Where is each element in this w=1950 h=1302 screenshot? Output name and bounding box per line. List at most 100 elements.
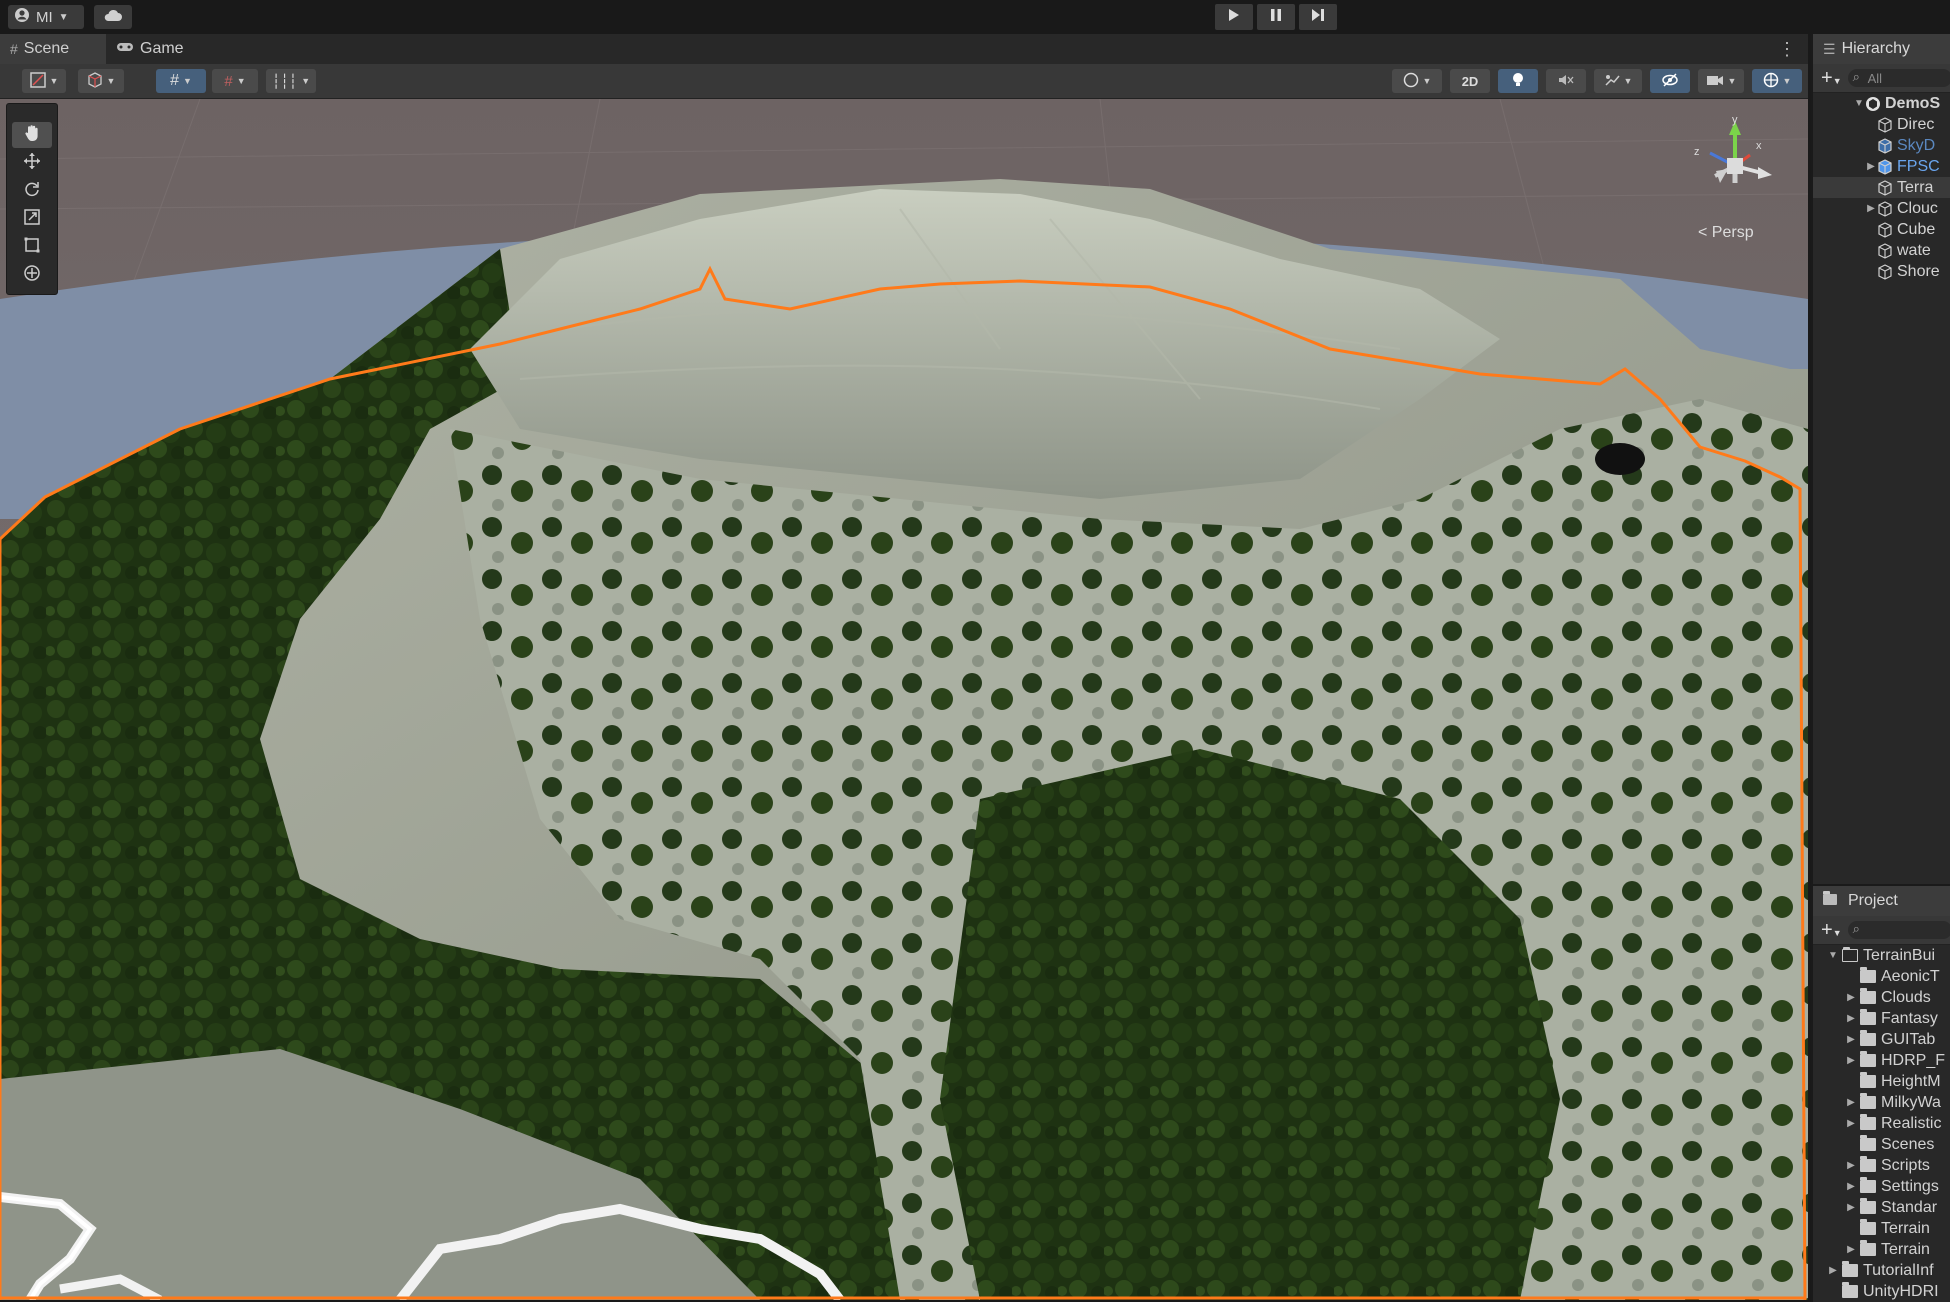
gizmos-dropdown[interactable]: ▼ <box>1752 69 1802 93</box>
account-dropdown[interactable]: MI ▼ <box>8 5 84 29</box>
move-tool-button[interactable] <box>12 150 52 176</box>
folder-icon <box>1860 1198 1876 1214</box>
collapsed-arrow-icon[interactable]: ▶ <box>1845 1034 1857 1045</box>
collapsed-arrow-icon[interactable]: ▶ <box>1845 1013 1857 1024</box>
cloud-icon <box>103 8 123 27</box>
expanded-arrow-icon[interactable]: ▼ <box>1827 950 1839 961</box>
create-asset-button[interactable]: +▼ <box>1821 919 1842 942</box>
hierarchy-tab[interactable]: ☰ Hierarchy <box>1813 34 1950 64</box>
project-folder-label: Realistic <box>1881 1114 1942 1132</box>
project-folder-label: UnityHDRI <box>1863 1282 1939 1300</box>
hierarchy-item[interactable]: Cube <box>1813 219 1950 240</box>
projection-toggle[interactable]: < Persp <box>1698 224 1754 242</box>
collapsed-arrow-icon[interactable]: ▶ <box>1845 1118 1857 1129</box>
project-folder-item[interactable]: ▶ HDRP_F <box>1813 1050 1950 1071</box>
transform-tool-button[interactable] <box>12 262 52 288</box>
project-search-input[interactable] <box>1847 921 1950 939</box>
project-title: Project <box>1848 892 1898 909</box>
tab-game[interactable]: Game <box>106 34 206 64</box>
play-button[interactable] <box>1215 4 1253 30</box>
collapsed-arrow-icon[interactable]: ▶ <box>1845 1160 1857 1171</box>
render-mode-dropdown[interactable]: ▼ <box>78 69 124 93</box>
project-folder-item[interactable]: ▶ Fantasy <box>1813 1008 1950 1029</box>
playmode-controls <box>1215 4 1337 30</box>
project-folder-item[interactable]: ▼ TerrainBui <box>1813 945 1950 966</box>
hierarchy-search-input[interactable]: All <box>1847 69 1950 87</box>
folder-icon <box>1860 1030 1876 1046</box>
hierarchy-item[interactable]: ▶ FPSC <box>1813 156 1950 177</box>
scene-viewport[interactable]: y z x < Persp <box>0 99 1808 1300</box>
project-folder-item[interactable]: ▶ GUITab <box>1813 1029 1950 1050</box>
hierarchy-item[interactable]: ▶ Clouc <box>1813 198 1950 219</box>
folder-icon <box>1860 1051 1876 1067</box>
collapsed-arrow-icon[interactable]: ▶ <box>1865 203 1877 214</box>
lightbulb-icon <box>1511 72 1525 91</box>
rotate-tool-button[interactable] <box>12 178 52 204</box>
collapsed-arrow-icon[interactable]: ▶ <box>1845 1097 1857 1108</box>
effects-dropdown[interactable]: ▼ <box>1594 69 1642 93</box>
hand-tool-button[interactable] <box>12 122 52 148</box>
cloud-button[interactable] <box>94 5 132 29</box>
project-folder-item[interactable]: ▶ MilkyWa <box>1813 1092 1950 1113</box>
collapsed-arrow-icon[interactable]: ▶ <box>1845 1244 1857 1255</box>
project-folder-item[interactable]: Scenes <box>1813 1134 1950 1155</box>
collapsed-arrow-icon[interactable]: ▶ <box>1865 161 1877 172</box>
hidden-objects-toggle[interactable] <box>1650 69 1690 93</box>
project-folder-item[interactable]: HeightM <box>1813 1071 1950 1092</box>
mode-2d-label: 2D <box>1461 73 1479 89</box>
tab-scene[interactable]: # Scene <box>0 34 106 64</box>
project-folder-item[interactable]: ▶ Realistic <box>1813 1113 1950 1134</box>
prefab-icon <box>1877 137 1893 154</box>
hierarchy-item[interactable]: Direc <box>1813 114 1950 135</box>
rect-tool-button[interactable] <box>12 234 52 260</box>
add-object-button[interactable]: +▼ <box>1821 67 1842 90</box>
globe-gizmo-icon <box>1763 72 1779 91</box>
toggle-2d-button[interactable]: 2D <box>1450 69 1490 93</box>
hierarchy-item[interactable]: SkyD <box>1813 135 1950 156</box>
project-folder-label: Standar <box>1881 1198 1938 1216</box>
project-folder-item[interactable]: ▶ Settings <box>1813 1176 1950 1197</box>
project-folder-item[interactable]: UnityHDRI <box>1813 1281 1950 1302</box>
increment-snap-dropdown[interactable]: # ▼ <box>212 69 258 93</box>
hierarchy-item[interactable]: ▼ DemoS <box>1813 93 1950 114</box>
more-options-icon[interactable]: ⋮ <box>1778 39 1796 60</box>
project-folder-item[interactable]: AeonicT <box>1813 966 1950 987</box>
collapsed-arrow-icon[interactable]: ▶ <box>1845 992 1857 1003</box>
gameobject-icon <box>1877 221 1893 238</box>
tab-label: Scene <box>23 40 70 57</box>
collapsed-arrow-icon[interactable]: ▶ <box>1845 1055 1857 1066</box>
project-folder-item[interactable]: ▶ Clouds <box>1813 987 1950 1008</box>
pause-button[interactable] <box>1257 4 1295 30</box>
step-icon <box>1311 8 1325 27</box>
collapsed-arrow-icon[interactable]: ▶ <box>1845 1202 1857 1213</box>
project-folder-label: MilkyWa <box>1881 1093 1941 1111</box>
hierarchy-item[interactable]: wate <box>1813 240 1950 261</box>
step-button[interactable] <box>1299 4 1337 30</box>
project-folder-item[interactable]: ▶ Scripts <box>1813 1155 1950 1176</box>
collapsed-arrow-icon[interactable]: ▶ <box>1827 1265 1839 1276</box>
project-folder-item[interactable]: ▶ Standar <box>1813 1197 1950 1218</box>
folder-icon <box>1860 1009 1876 1025</box>
project-folder-item[interactable]: ▶ Terrain <box>1813 1239 1950 1260</box>
shading-mode-dropdown[interactable]: ▼ <box>1392 69 1442 93</box>
effects-icon <box>1604 73 1620 90</box>
hierarchy-panel: ☰ Hierarchy +▼ All ▼ DemoS Direc SkyD ▶ FPSC T… <box>1811 34 1950 884</box>
collapsed-arrow-icon[interactable]: ▶ <box>1845 1181 1857 1192</box>
hierarchy-item[interactable]: Shore <box>1813 261 1950 282</box>
project-folder-item[interactable]: Terrain <box>1813 1218 1950 1239</box>
scale-tool-button[interactable] <box>12 206 52 232</box>
chevron-down-icon: ▼ <box>58 11 69 23</box>
hierarchy-item[interactable]: Terra <box>1813 177 1950 198</box>
lighting-toggle[interactable] <box>1498 69 1538 93</box>
folder-icon <box>1860 1114 1876 1130</box>
grid-settings-dropdown[interactable]: ┆┆┆ ▼ <box>266 69 316 93</box>
project-folder-item[interactable]: ▶ TutorialInf <box>1813 1260 1950 1281</box>
rotate-icon <box>23 180 41 203</box>
camera-settings-dropdown[interactable]: ▼ <box>1698 69 1744 93</box>
project-tab[interactable]: Project <box>1813 886 1950 916</box>
draw-mode-dropdown[interactable]: ▼ <box>22 69 66 93</box>
expanded-arrow-icon[interactable]: ▼ <box>1853 98 1865 109</box>
audio-toggle[interactable] <box>1546 69 1586 93</box>
grid-snap-toggle[interactable]: # ▼ <box>156 69 206 93</box>
hierarchy-item-label: Terra <box>1897 178 1934 196</box>
